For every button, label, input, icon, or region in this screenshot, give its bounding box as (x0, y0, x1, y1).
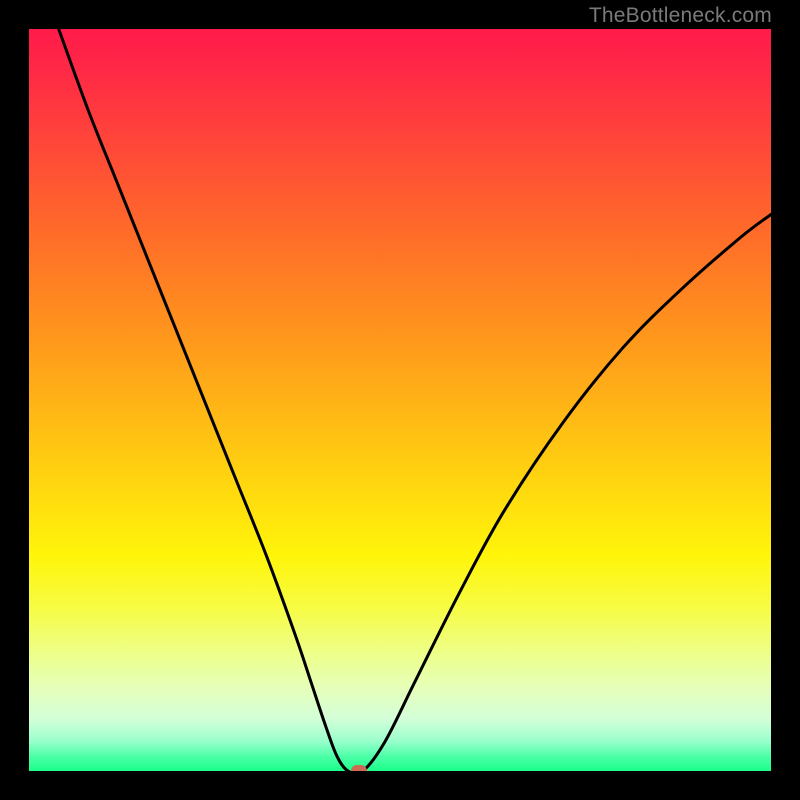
bottleneck-curve (29, 29, 771, 771)
watermark-text: TheBottleneck.com (589, 4, 772, 28)
optimal-point-marker (351, 765, 367, 771)
chart-frame: TheBottleneck.com (0, 0, 800, 800)
plot-area (29, 29, 771, 771)
